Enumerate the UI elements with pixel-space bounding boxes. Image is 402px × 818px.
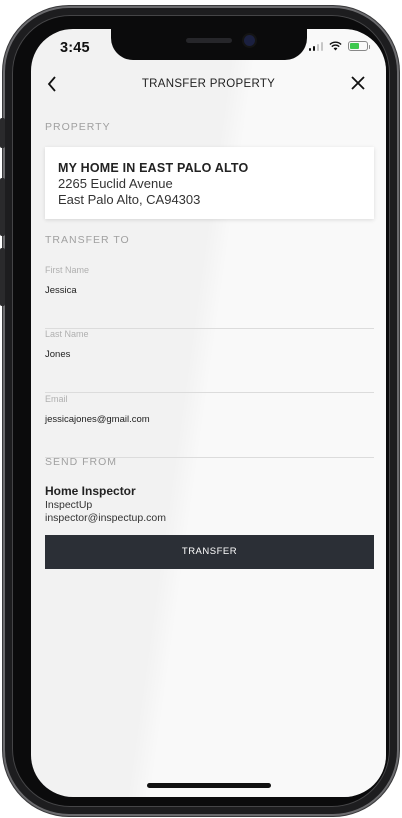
sender-email: inspector@inspectup.com [45, 512, 166, 524]
wifi-icon [329, 41, 342, 51]
volume-up-button [0, 178, 5, 236]
last-name-field[interactable]: Last Name Jones [45, 329, 374, 393]
last-name-label: Last Name [45, 329, 89, 339]
nav-bar: TRANSFER PROPERTY [31, 68, 386, 102]
status-icons [308, 41, 370, 51]
email-label: Email [45, 394, 68, 404]
sender-name: Home Inspector [45, 484, 136, 498]
volume-down-button [0, 248, 5, 306]
close-icon[interactable] [350, 74, 370, 96]
mute-switch [0, 118, 5, 148]
property-card: MY HOME IN EAST PALO ALTO 2265 Euclid Av… [45, 147, 374, 219]
transfer-button[interactable]: TRANSFER [45, 535, 374, 569]
speaker [186, 38, 232, 43]
last-name-value[interactable]: Jones [45, 349, 70, 360]
battery-icon [348, 41, 370, 51]
sender-info: Home Inspector InspectUp inspector@inspe… [45, 484, 166, 524]
home-indicator[interactable] [147, 783, 271, 788]
property-section-label: PROPERTY [45, 121, 111, 133]
send-from-section-label: SEND FROM [45, 456, 117, 468]
email-field[interactable]: Email jessicajones@gmail.com [45, 394, 374, 458]
app-screen: 3:45 TRANSFER PROPERTY PROPERTY MY HOME … [31, 29, 386, 797]
first-name-value[interactable]: Jessica [45, 285, 77, 296]
first-name-field[interactable]: First Name Jessica [45, 265, 374, 329]
status-time: 3:45 [60, 40, 90, 56]
property-address-line1: 2265 Euclid Avenue [58, 176, 173, 191]
property-name: MY HOME IN EAST PALO ALTO [58, 161, 249, 175]
email-value[interactable]: jessicajones@gmail.com [45, 414, 150, 425]
signal-icon [308, 41, 323, 51]
page-title: TRANSFER PROPERTY [141, 78, 276, 90]
property-address-line2: East Palo Alto, CA94303 [58, 192, 201, 207]
first-name-label: First Name [45, 265, 90, 275]
front-camera [244, 35, 255, 46]
sender-company: InspectUp [45, 499, 93, 511]
transfer-to-section-label: TRANSFER TO [45, 234, 130, 246]
notch [111, 29, 307, 60]
